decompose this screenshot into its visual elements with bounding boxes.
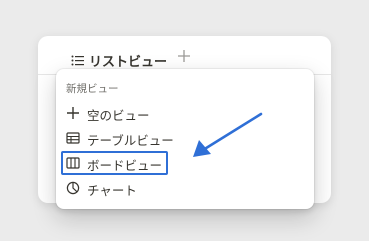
list-icon: [71, 55, 84, 66]
tab-label: リストビュー: [89, 55, 168, 70]
menu-item-label: テーブルビュー: [87, 133, 174, 148]
menu-item-chart[interactable]: チャート: [56, 176, 314, 200]
table-icon: [66, 132, 80, 144]
menu-item-label: 空のビュー: [87, 108, 150, 123]
board-view-highlight-box: [61, 151, 168, 175]
annotation-arrow: [193, 112, 263, 157]
menu-item-label: チャート: [87, 183, 137, 198]
tab-list-view[interactable]: リストビュー: [71, 51, 167, 70]
menu-header: 新規ビュー: [66, 83, 119, 95]
plus-icon[interactable]: [177, 49, 191, 63]
plus-icon: [67, 107, 79, 119]
chart-icon: [66, 181, 80, 195]
